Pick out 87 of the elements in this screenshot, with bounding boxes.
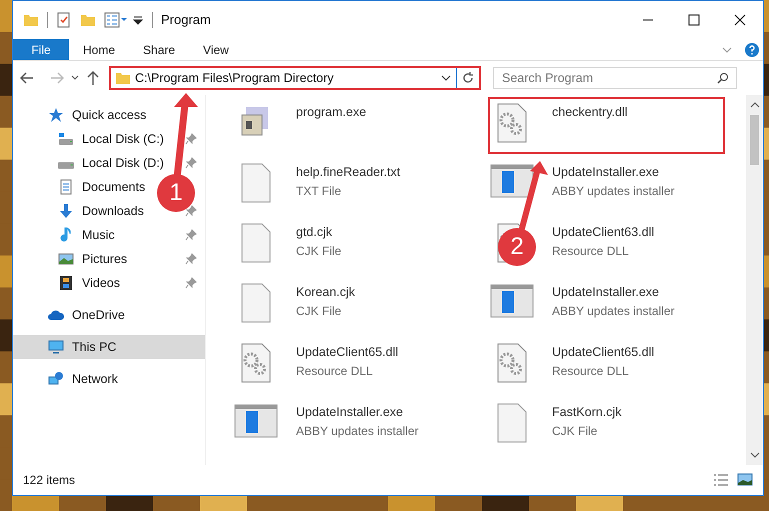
- properties-icon[interactable]: [56, 12, 72, 28]
- network-icon: [48, 371, 64, 387]
- file-name[interactable]: help.fineReader.txt: [296, 163, 400, 182]
- details-view-icon[interactable]: [713, 472, 729, 488]
- dropdown-icon[interactable]: [132, 14, 144, 26]
- file-name[interactable]: checkentry.dll: [552, 103, 628, 122]
- installer-window-icon: [490, 163, 534, 199]
- back-arrow-icon[interactable]: [19, 70, 35, 86]
- highlighted-file-item[interactable]: checkentry.dll: [488, 97, 725, 154]
- file-type: Resource DLL: [552, 242, 630, 260]
- installer-window-icon: [490, 283, 534, 319]
- sidebar-item[interactable]: Pictures: [13, 247, 136, 271]
- maximize-icon: [688, 14, 700, 26]
- monitor-icon: [48, 339, 64, 355]
- file-type: ABBY updates installer: [552, 182, 675, 200]
- drive-icon: [58, 162, 74, 169]
- folder-icon: [23, 12, 39, 28]
- address-bar[interactable]: C:\Program Files\Program Directory: [109, 66, 481, 90]
- gear-file-icon: [496, 103, 528, 143]
- file-name[interactable]: UpdateClient65.dll: [296, 343, 398, 362]
- sidebar-item[interactable]: Quick access: [13, 103, 154, 127]
- sidebar-item[interactable]: Documents: [13, 175, 154, 199]
- pin-icon[interactable]: [185, 229, 197, 241]
- sidebar-item[interactable]: Music: [13, 223, 123, 247]
- blank-file-icon: [240, 163, 272, 203]
- file-type: TXT File: [296, 182, 342, 200]
- file-name[interactable]: UpdateClient63.dll: [552, 223, 654, 242]
- item-count: 122 items: [23, 472, 76, 489]
- gear-file-icon: [240, 343, 272, 383]
- scrollbar[interactable]: [746, 95, 763, 465]
- file-type: CJK File: [296, 242, 342, 260]
- pin-icon[interactable]: [185, 205, 197, 217]
- sidebar-item[interactable]: Local Disk (C:): [13, 127, 172, 151]
- blank-file-icon: [496, 403, 528, 443]
- film-icon: [58, 275, 74, 291]
- star-icon: [48, 107, 64, 123]
- help-icon[interactable]: [745, 42, 759, 56]
- file-name[interactable]: FastKorn.cjk: [552, 403, 622, 422]
- download-arrow-icon: [58, 203, 74, 219]
- address-path: C:\Program Files\Program Directory: [135, 70, 335, 87]
- refresh-icon[interactable]: [461, 71, 475, 85]
- blank-file-icon: [240, 283, 272, 323]
- ribbon-tab[interactable]: View: [189, 39, 243, 60]
- file-type: Resource DLL: [296, 362, 374, 380]
- sidebar-item[interactable]: This PC: [13, 335, 205, 359]
- sidebar-item[interactable]: Downloads: [13, 199, 152, 223]
- picture-icon: [58, 251, 74, 267]
- drive-icon: [58, 131, 74, 147]
- file-name[interactable]: Korean.cjk: [296, 283, 356, 302]
- sidebar-item[interactable]: Local Disk (D:): [13, 151, 172, 175]
- file-name[interactable]: gtd.cjk: [296, 223, 342, 242]
- tiles-view-icon[interactable]: [737, 472, 753, 488]
- window-title: Program: [161, 11, 212, 30]
- installer-window-icon: [234, 403, 278, 439]
- file-name[interactable]: UpdateClient65.dll: [552, 343, 654, 362]
- gear-file-icon: [496, 343, 528, 383]
- up-arrow-icon[interactable]: [85, 70, 101, 86]
- sidebar-item[interactable]: Videos: [13, 271, 128, 295]
- file-type: ABBY updates installer: [552, 302, 675, 320]
- close-icon: [734, 14, 746, 26]
- sidebar-item[interactable]: OneDrive: [13, 303, 133, 327]
- folder-icon: [115, 70, 131, 86]
- pin-icon[interactable]: [185, 253, 197, 265]
- blank-file-icon: [240, 223, 272, 263]
- ribbon-tab[interactable]: Share: [129, 39, 190, 60]
- file-name[interactable]: UpdateInstaller.exe: [552, 163, 675, 182]
- file-type: ABBY updates installer: [296, 422, 419, 440]
- chevron-down-icon[interactable]: [71, 74, 79, 82]
- file-type: CJK File: [296, 302, 342, 320]
- pin-icon[interactable]: [185, 277, 197, 289]
- ribbon-tab[interactable]: Home: [69, 39, 130, 60]
- search-field[interactable]: Search Program: [493, 67, 737, 89]
- minimize-icon: [642, 19, 654, 21]
- pin-icon[interactable]: [185, 157, 197, 169]
- sidebar-item[interactable]: Network: [13, 367, 126, 391]
- pin-icon[interactable]: [185, 133, 197, 145]
- scroll-thumb[interactable]: [750, 115, 759, 165]
- music-note-icon: [58, 227, 74, 243]
- file-type: Resource DLL: [552, 362, 630, 380]
- search-icon[interactable]: [717, 72, 729, 84]
- file-type: CJK File: [552, 422, 598, 440]
- file-tab[interactable]: File: [13, 39, 69, 60]
- file-name[interactable]: UpdateInstaller.exe: [296, 403, 419, 422]
- document-icon: [58, 179, 74, 195]
- layout-icon[interactable]: [104, 12, 128, 28]
- file-name[interactable]: UpdateInstaller.exe: [552, 283, 675, 302]
- file-name[interactable]: program.exe: [296, 103, 366, 122]
